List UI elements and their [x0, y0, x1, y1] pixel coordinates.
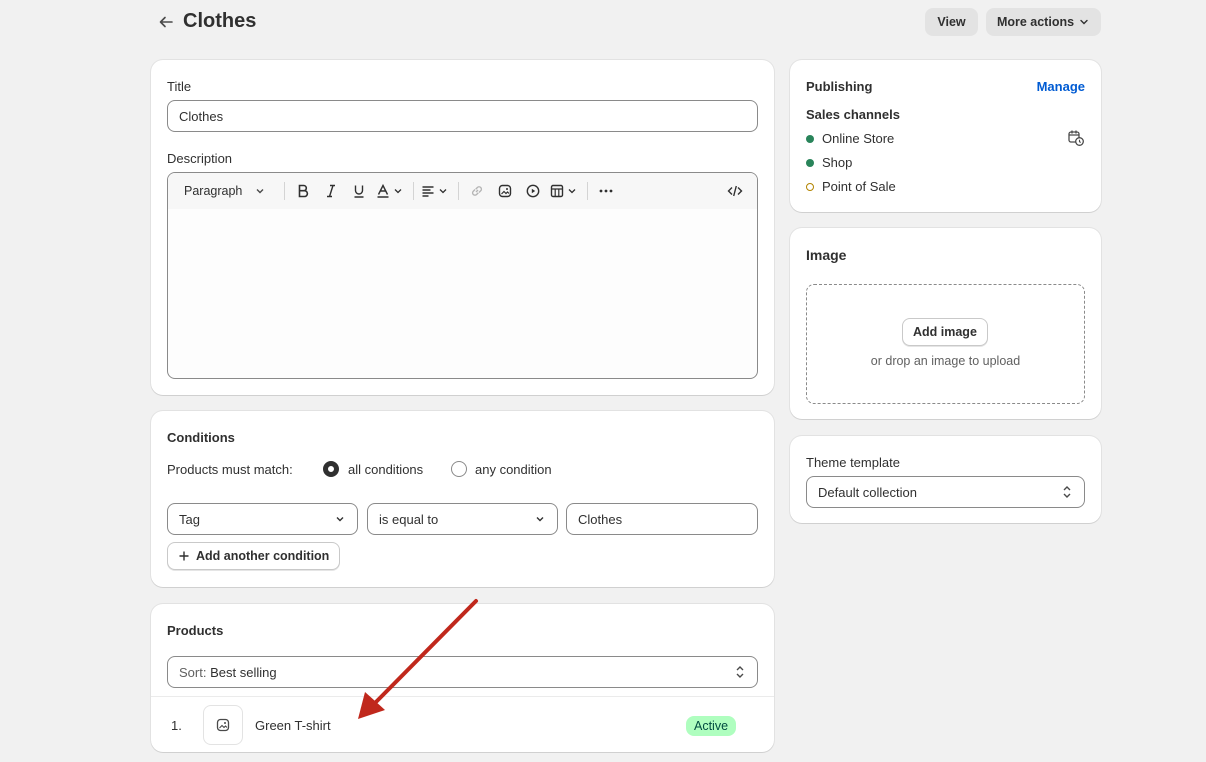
theme-template-select[interactable]: Default collection — [806, 476, 1085, 508]
products-heading: Products — [167, 623, 224, 638]
product-name[interactable]: Green T-shirt — [255, 718, 331, 733]
paragraph-format-select[interactable]: Paragraph — [178, 179, 274, 203]
publishing-card: Publishing Manage Sales channels Online … — [790, 60, 1101, 212]
title-label: Title — [167, 79, 192, 94]
sort-select[interactable]: Sort: Best selling — [167, 656, 758, 688]
manage-link[interactable]: Manage — [1037, 79, 1085, 94]
add-condition-label: Add another condition — [196, 549, 330, 563]
condition-value-input[interactable]: Clothes — [566, 503, 758, 535]
all-conditions-label[interactable]: all conditions — [348, 462, 423, 477]
chevron-down-icon — [536, 517, 544, 522]
description-editor[interactable]: Paragraph — [167, 172, 758, 379]
underline-icon[interactable] — [347, 179, 371, 203]
page-title: Clothes — [183, 10, 257, 32]
list-divider — [151, 696, 774, 697]
link-icon[interactable] — [465, 179, 489, 203]
bold-icon[interactable] — [291, 179, 315, 203]
more-actions-label: More actions — [996, 15, 1075, 29]
image-icon[interactable] — [493, 179, 517, 203]
image-placeholder-icon — [216, 718, 230, 732]
products-card: Products Sort: Best selling 1. Green T-s… — [151, 604, 774, 752]
title-description-card: Title Clothes Description Paragraph — [151, 60, 774, 395]
title-input[interactable]: Clothes — [167, 100, 758, 132]
condition-field-select[interactable]: Tag — [167, 503, 358, 535]
add-image-button[interactable]: Add image — [902, 318, 988, 346]
align-icon[interactable] — [420, 179, 448, 203]
any-condition-radio[interactable] — [451, 461, 467, 477]
view-button[interactable]: View — [925, 8, 978, 36]
plus-icon — [179, 551, 189, 561]
image-dropzone[interactable]: Add image or drop an image to upload — [806, 284, 1085, 404]
schedule-icon[interactable] — [1067, 129, 1085, 150]
chevron-down-icon — [1080, 19, 1088, 25]
channel-online-store: Online Store — [822, 131, 895, 146]
conditions-card: Conditions Products must match: all cond… — [151, 411, 774, 587]
toolbar-divider — [458, 182, 460, 200]
theme-template-value: Default collection — [818, 484, 917, 500]
publishing-heading: Publishing — [806, 79, 873, 94]
toolbar-divider — [587, 182, 589, 200]
product-index: 1. — [171, 718, 182, 733]
condition-operator-value: is equal to — [379, 511, 439, 527]
code-view-icon[interactable] — [723, 179, 747, 203]
product-thumbnail — [203, 705, 243, 745]
sort-prefix: Sort: — [179, 664, 207, 680]
italic-icon[interactable] — [319, 179, 343, 203]
image-heading: Image — [806, 247, 847, 263]
condition-field-value: Tag — [179, 511, 200, 527]
more-actions-button[interactable]: More actions — [986, 8, 1101, 36]
shop-status-dot — [806, 159, 814, 167]
theme-template-card: Theme template Default collection — [790, 436, 1101, 523]
table-icon[interactable] — [549, 179, 577, 203]
conditions-heading: Conditions — [167, 430, 235, 445]
sort-value: Best selling — [210, 664, 277, 680]
video-icon[interactable] — [521, 179, 545, 203]
sort-text: Sort: Best selling — [179, 665, 277, 680]
image-card: Image Add image or drop an image to uplo… — [790, 228, 1101, 419]
select-arrows-icon — [736, 666, 744, 678]
any-condition-label[interactable]: any condition — [475, 462, 552, 477]
condition-operator-select[interactable]: is equal to — [367, 503, 558, 535]
status-badge: Active — [686, 716, 737, 736]
channel-point-of-sale: Point of Sale — [822, 179, 896, 194]
paragraph-label: Paragraph — [184, 184, 243, 198]
page-header: Clothes View More actions — [150, 8, 1101, 36]
editor-toolbar: Paragraph — [168, 173, 757, 209]
select-arrows-icon — [1063, 486, 1071, 498]
toolbar-divider — [413, 182, 415, 200]
more-options-icon[interactable] — [594, 179, 618, 203]
toolbar-divider — [284, 182, 286, 200]
text-color-icon[interactable] — [375, 179, 403, 203]
match-label: Products must match: — [167, 462, 293, 477]
all-conditions-radio[interactable] — [323, 461, 339, 477]
back-arrow-icon[interactable] — [156, 12, 176, 32]
chevron-down-icon — [256, 189, 264, 194]
channel-shop: Shop — [822, 155, 853, 170]
drop-image-text: or drop an image to upload — [870, 354, 1021, 368]
add-condition-button[interactable]: Add another condition — [167, 542, 341, 570]
online-store-status-dot — [806, 135, 814, 143]
pos-status-dot — [806, 183, 814, 191]
description-label: Description — [167, 151, 233, 166]
theme-template-label: Theme template — [806, 455, 900, 470]
sales-channels-label: Sales channels — [806, 107, 900, 122]
chevron-down-icon — [336, 517, 344, 522]
